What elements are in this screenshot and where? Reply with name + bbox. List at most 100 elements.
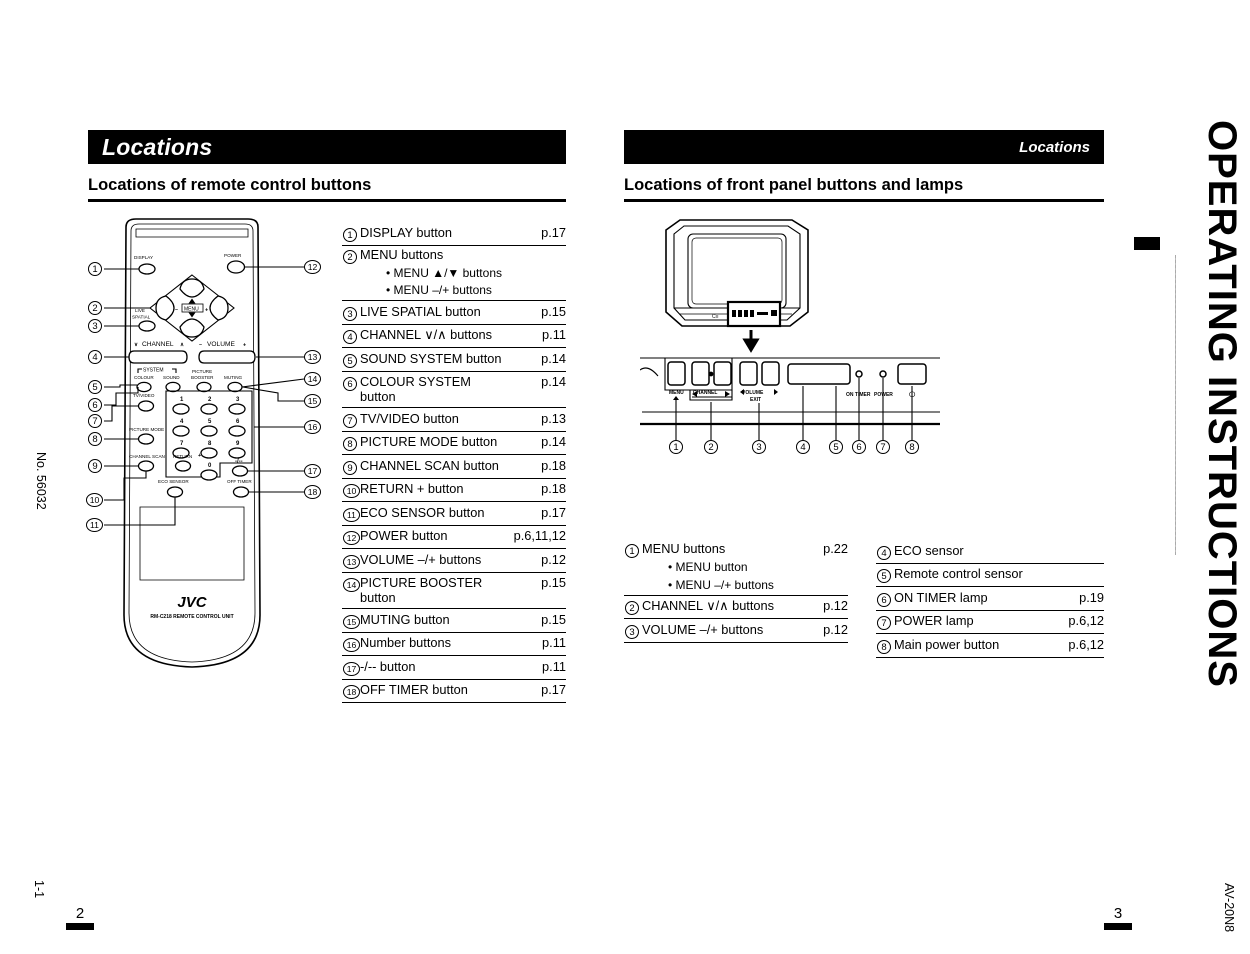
list-item-label: POWER lamp bbox=[894, 610, 1042, 634]
list-item-label: MENU buttons bbox=[360, 246, 444, 262]
list-item-page-ref: p.11 bbox=[504, 324, 566, 348]
list-item-label: PICTURE MODE button bbox=[360, 431, 504, 455]
list-item-page-ref: p.12 bbox=[786, 618, 848, 643]
list-item-number: 18 bbox=[343, 685, 360, 699]
list-item-number: 9 bbox=[343, 460, 357, 475]
list-item-number: 14 bbox=[343, 578, 360, 592]
left-header-bar: Locations bbox=[88, 130, 566, 164]
list-item: 12 POWER button p.6,11,12 bbox=[342, 525, 566, 549]
svg-text:C≡: C≡ bbox=[712, 314, 719, 320]
list-item-number-cell: 7 bbox=[876, 610, 894, 634]
list-item-number-cell: 14 bbox=[342, 572, 360, 609]
svg-text:PICTURE: PICTURE bbox=[192, 369, 212, 374]
list-item: 13 VOLUME –/+ buttons p.12 bbox=[342, 548, 566, 573]
list-sub-spacer bbox=[624, 575, 642, 596]
list-item-number: 3 bbox=[343, 306, 357, 321]
list-item: 1 MENU buttons p.22 bbox=[624, 540, 848, 559]
svg-text:+: + bbox=[198, 453, 201, 459]
svg-text:EXIT: EXIT bbox=[750, 397, 761, 403]
list-item-number-cell: 4 bbox=[876, 540, 894, 564]
svg-text:JVC: JVC bbox=[177, 594, 207, 611]
list-item-page-ref: p.17 bbox=[504, 501, 566, 526]
left-page-panel: Locations Locations of remote control bu… bbox=[88, 130, 566, 202]
list-item-label: VOLUME –/+ buttons bbox=[360, 548, 504, 573]
list-item: 6 ON TIMER lamp p.19 bbox=[876, 586, 1104, 611]
front-panel-table-left: 1 MENU buttons p.22 • MENU button • MENU –/+… bbox=[624, 540, 848, 643]
list-item-number-cell: 3 bbox=[624, 618, 642, 643]
svg-text:COLOUR: COLOUR bbox=[134, 375, 154, 380]
svg-text:RETURN: RETURN bbox=[173, 454, 192, 459]
list-sub-label: • MENU –/+ buttons bbox=[360, 280, 504, 301]
list-item-number: 8 bbox=[343, 437, 357, 451]
page-number-left: 2 bbox=[62, 905, 98, 930]
page-marker-bar bbox=[66, 923, 94, 930]
svg-text:SOUND: SOUND bbox=[163, 375, 180, 380]
list-sub-item: • MENU ▲/▼ buttons bbox=[342, 265, 566, 281]
list-item-number: 1 bbox=[625, 544, 639, 558]
list-item-label: MENU buttons bbox=[642, 541, 726, 556]
list-item: 5 SOUND SYSTEM button p.14 bbox=[342, 347, 566, 372]
list-item-number: 6 bbox=[877, 592, 891, 607]
list-item: 7 POWER lamp p.6,12 bbox=[876, 610, 1104, 634]
list-item: 16 Number buttons p.11 bbox=[342, 632, 566, 656]
list-item-page-ref: p.17 bbox=[504, 222, 566, 246]
svg-text:VOLUME: VOLUME bbox=[207, 341, 235, 348]
list-item-label: CHANNEL ∨/∧ buttons bbox=[360, 324, 504, 348]
right-header-bar: Locations bbox=[624, 130, 1104, 164]
svg-text:∧: ∧ bbox=[180, 342, 184, 348]
list-item-number: 11 bbox=[343, 507, 360, 522]
list-item-page-ref: p.15 bbox=[504, 608, 566, 633]
spine-model-number: AV-20N8 bbox=[1222, 882, 1236, 932]
list-item-page-ref: p.18 bbox=[504, 478, 566, 502]
list-item-page-ref: p.17 bbox=[504, 679, 566, 703]
svg-text:+: + bbox=[243, 343, 246, 349]
page-number-right-value: 3 bbox=[1113, 905, 1123, 922]
list-sub-page-ref bbox=[504, 265, 566, 281]
svg-text:RM-C218 REMOTE CONTROL UNIT: RM-C218 REMOTE CONTROL UNIT bbox=[150, 614, 233, 620]
front-panel-svg: .pl{fill:#fff;stroke:#000;stroke-width:1… bbox=[639, 357, 940, 440]
right-section-rule bbox=[624, 199, 1104, 202]
list-item-label: ECO sensor bbox=[894, 540, 1042, 564]
list-item-page-ref: p.6,11,12 bbox=[504, 525, 566, 549]
list-item-number-cell: 2 bbox=[342, 245, 360, 265]
list-item-number: 13 bbox=[343, 554, 360, 569]
list-item-label: POWER button bbox=[360, 525, 504, 549]
list-item: 8 PICTURE MODE button p.14 bbox=[342, 431, 566, 455]
list-item: 2 CHANNEL ∨/∧ buttons p.12 bbox=[624, 595, 848, 619]
list-item-number: 3 bbox=[625, 624, 639, 639]
list-item-number: 2 bbox=[343, 249, 357, 264]
list-item-page-ref: p.14 bbox=[504, 347, 566, 372]
list-item: 8 Main power button p.6,12 bbox=[876, 633, 1104, 658]
svg-text:BOOSTER: BOOSTER bbox=[191, 375, 214, 380]
remote-control-diagram: .ln{fill:none;stroke:#000;stroke-width:1… bbox=[86, 215, 338, 695]
list-item-page-ref: p.6,12 bbox=[1042, 633, 1104, 658]
list-sub-item: • MENU –/+ buttons bbox=[624, 575, 848, 596]
list-item-number-cell: 18 bbox=[342, 679, 360, 703]
list-item-number-cell: 7 bbox=[342, 407, 360, 432]
list-item-label: LIVE SPATIAL button bbox=[360, 300, 504, 325]
list-item-number: 7 bbox=[877, 616, 891, 630]
list-sub-page-ref bbox=[786, 575, 848, 596]
list-item-number: 6 bbox=[343, 377, 357, 391]
svg-text:MUTING: MUTING bbox=[224, 375, 243, 380]
remote-button-list: 1 DISPLAY button p.17 2 MENU buttons • MENU ▲… bbox=[342, 222, 566, 703]
svg-text:MENU: MENU bbox=[669, 390, 684, 396]
list-item: 2 MENU buttons bbox=[342, 245, 566, 265]
list-item: 4 ECO sensor bbox=[876, 540, 1104, 564]
list-item-page-ref: p.6,12 bbox=[1042, 610, 1104, 634]
svg-text:ECO SENSOR: ECO SENSOR bbox=[158, 479, 189, 484]
page-number-left-value: 2 bbox=[75, 905, 85, 922]
list-item-number-cell: 13 bbox=[342, 548, 360, 573]
list-item: 17 -/-- button p.11 bbox=[342, 655, 566, 680]
svg-text:+: + bbox=[205, 308, 208, 314]
list-item: 1 DISPLAY button p.17 bbox=[342, 222, 566, 246]
list-item-number: 4 bbox=[877, 545, 891, 560]
list-item-page-ref: p.15 bbox=[504, 572, 566, 609]
svg-text:LIVE: LIVE bbox=[135, 308, 145, 313]
svg-text:–: – bbox=[199, 342, 202, 348]
list-item-page-ref bbox=[1042, 563, 1104, 587]
list-item-number-cell: 11 bbox=[342, 501, 360, 526]
list-item-label: TV/VIDEO button bbox=[360, 407, 504, 432]
list-item-number-cell: 12 bbox=[342, 525, 360, 549]
list-item: 10 RETURN + button p.18 bbox=[342, 478, 566, 502]
